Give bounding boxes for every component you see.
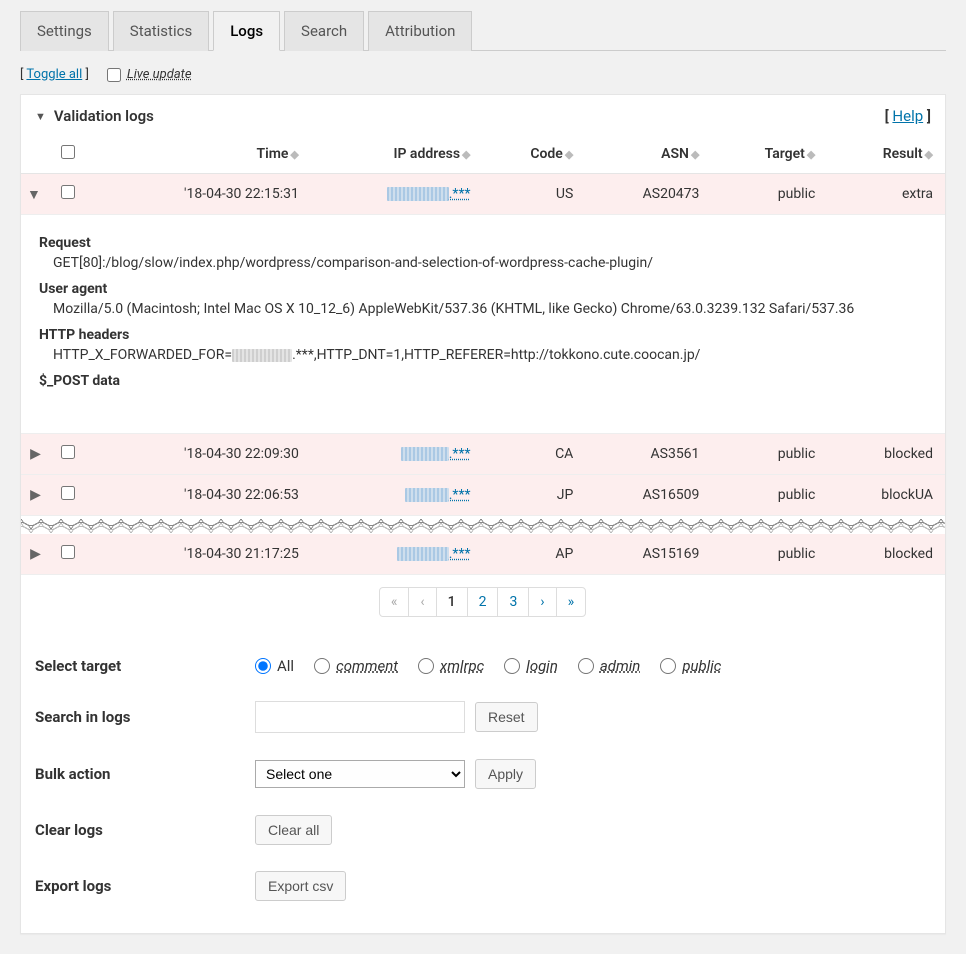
cell-time: '18-04-30 21:17:25 — [87, 534, 311, 575]
target-radio-xmlrpc[interactable] — [418, 658, 434, 674]
col-asn[interactable]: ASN◆ — [585, 137, 711, 174]
expand-toggle[interactable]: ▶ — [30, 546, 41, 562]
search-input[interactable] — [255, 701, 465, 733]
page-3[interactable]: 3 — [497, 587, 529, 617]
cell-result: extra — [827, 174, 945, 215]
detail-post-label: $_POST data — [39, 373, 927, 389]
col-target[interactable]: Target◆ — [711, 137, 827, 174]
target-radio-comment[interactable] — [314, 658, 330, 674]
table-row: ▶ '18-04-30 21:17:25 .*** AP AS15169 pub… — [21, 534, 945, 575]
cell-asn: AS20473 — [585, 174, 711, 215]
row-checkbox[interactable] — [61, 445, 75, 459]
cell-code: CA — [483, 434, 586, 475]
cell-target: public — [711, 475, 827, 516]
ip-link[interactable]: .*** — [397, 546, 471, 562]
cell-result: blockUA — [827, 475, 945, 516]
export-csv-button[interactable]: Export csv — [255, 871, 346, 901]
target-radio-admin[interactable] — [578, 658, 594, 674]
col-time[interactable]: Time◆ — [87, 137, 311, 174]
cell-time: '18-04-30 22:09:30 — [87, 434, 311, 475]
ip-link[interactable]: .*** — [387, 186, 471, 202]
bulk-action-label: Bulk action — [35, 765, 255, 783]
target-radio-group: All comment xmlrpc login admin public — [255, 657, 721, 675]
bulk-select[interactable]: Select one — [255, 760, 465, 788]
rows-omitted-indicator — [21, 516, 945, 535]
page-last[interactable]: » — [556, 587, 587, 617]
page-prev[interactable]: ‹ — [408, 587, 436, 617]
cell-code: JP — [483, 475, 586, 516]
detail-ua-label: User agent — [39, 281, 927, 297]
page-2[interactable]: 2 — [467, 587, 499, 617]
cell-target: public — [711, 534, 827, 575]
page-first[interactable]: « — [379, 587, 410, 617]
page-1[interactable]: 1 — [436, 587, 468, 617]
detail-request-value: GET[80]:/blog/slow/index.php/wordpress/c… — [39, 255, 927, 271]
help-wrapper: [ Help ] — [885, 107, 931, 125]
tab-search[interactable]: Search — [284, 11, 364, 51]
detail-post-value — [39, 393, 927, 409]
detail-headers-label: HTTP headers — [39, 327, 927, 343]
target-radio-all[interactable] — [255, 658, 271, 674]
row-checkbox[interactable] — [61, 545, 75, 559]
panel-title: Validation logs — [54, 107, 154, 125]
cell-target: public — [711, 174, 827, 215]
cell-time: '18-04-30 22:15:31 — [87, 174, 311, 215]
cell-target: public — [711, 434, 827, 475]
apply-button[interactable]: Apply — [475, 759, 536, 789]
row-checkbox[interactable] — [61, 185, 75, 199]
pagination: « ‹ 1 2 3 › » — [21, 575, 945, 629]
search-in-logs-label: Search in logs — [35, 708, 255, 726]
col-ip[interactable]: IP address◆ — [311, 137, 483, 174]
detail-request-label: Request — [39, 235, 927, 251]
target-radio-public[interactable] — [660, 658, 676, 674]
clear-all-button[interactable]: Clear all — [255, 815, 332, 845]
expand-toggle[interactable]: ▶ — [30, 446, 41, 462]
tab-statistics[interactable]: Statistics — [113, 11, 209, 51]
ip-link[interactable]: .*** — [405, 487, 471, 503]
cell-result: blocked — [827, 434, 945, 475]
panel-collapse-icon[interactable]: ▼ — [35, 110, 46, 123]
table-row: ▼ '18-04-30 22:15:31 .*** US AS20473 pub… — [21, 174, 945, 215]
cell-code: AP — [483, 534, 586, 575]
logs-table: Time◆ IP address◆ Code◆ ASN◆ Target◆ Res… — [21, 137, 945, 575]
row-checkbox[interactable] — [61, 486, 75, 500]
col-result[interactable]: Result◆ — [827, 137, 945, 174]
help-link[interactable]: Help — [892, 107, 923, 125]
export-logs-label: Export logs — [35, 877, 255, 895]
row-detail: Request GET[80]:/blog/slow/index.php/wor… — [21, 215, 945, 434]
cell-result: blocked — [827, 534, 945, 575]
page-next[interactable]: › — [528, 587, 556, 617]
live-update-checkbox[interactable] — [107, 68, 121, 82]
ip-link[interactable]: .*** — [401, 446, 471, 462]
select-target-label: Select target — [35, 657, 255, 675]
target-radio-login[interactable] — [504, 658, 520, 674]
table-row: ▶ '18-04-30 22:06:53 .*** JP AS16509 pub… — [21, 475, 945, 516]
live-update-label: Live update — [127, 67, 192, 82]
col-code[interactable]: Code◆ — [483, 137, 586, 174]
cell-code: US — [483, 174, 586, 215]
cell-asn: AS16509 — [585, 475, 711, 516]
cell-asn: AS15169 — [585, 534, 711, 575]
tab-bar: Settings Statistics Logs Search Attribut… — [20, 10, 946, 51]
detail-ua-value: Mozilla/5.0 (Macintosh; Intel Mac OS X 1… — [39, 301, 927, 317]
select-all-checkbox[interactable] — [61, 145, 75, 159]
table-row: ▶ '18-04-30 22:09:30 .*** CA AS3561 publ… — [21, 434, 945, 475]
expand-toggle[interactable]: ▼ — [27, 187, 41, 203]
tab-logs[interactable]: Logs — [213, 11, 280, 51]
clear-logs-label: Clear logs — [35, 821, 255, 839]
cell-asn: AS3561 — [585, 434, 711, 475]
expand-toggle[interactable]: ▶ — [30, 487, 41, 503]
tab-settings[interactable]: Settings — [20, 11, 109, 51]
detail-headers-value: HTTP_X_FORWARDED_FOR=.***,HTTP_DNT=1,HTT… — [39, 347, 927, 363]
tab-attribution[interactable]: Attribution — [368, 11, 472, 51]
validation-logs-panel: ▼ Validation logs [ Help ] Time◆ IP addr… — [20, 94, 946, 934]
toggle-all-link[interactable]: Toggle all — [26, 67, 82, 82]
toggle-all-wrapper: [ Toggle all ] — [20, 67, 89, 82]
cell-time: '18-04-30 22:06:53 — [87, 475, 311, 516]
reset-button[interactable]: Reset — [475, 702, 538, 732]
